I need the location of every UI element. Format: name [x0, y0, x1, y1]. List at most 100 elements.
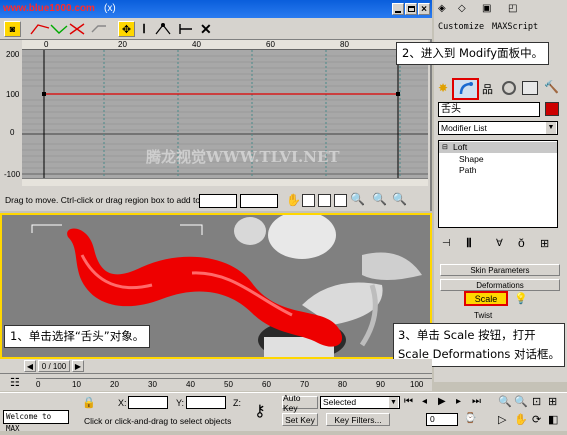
move-control-point-button[interactable]: ✥: [118, 21, 135, 37]
zoom-extents-icon[interactable]: [302, 194, 315, 207]
scale-control-point-icon[interactable]: Ⅰ: [138, 22, 150, 36]
track-tick-30: 30: [148, 380, 157, 389]
track-tick-0: 0: [36, 380, 41, 389]
toolbar-icon-4[interactable]: ◰: [508, 3, 517, 14]
delete-point-icon[interactable]: ✕: [200, 21, 214, 37]
watermark-url: www.blue1000.com: [3, 3, 95, 14]
open-minicurve-icon[interactable]: ☷: [10, 376, 20, 389]
insert-corner-point-icon[interactable]: [154, 22, 172, 36]
twist-label[interactable]: Twist: [474, 311, 492, 320]
zoom-horizontal-icon[interactable]: [318, 194, 331, 207]
curve-x-icon[interactable]: [30, 22, 50, 36]
track-tick-60: 60: [262, 380, 271, 389]
menu-customize[interactable]: Customize: [438, 22, 484, 32]
key-filters-button[interactable]: Key Filters...: [326, 413, 390, 426]
lock-selection-icon[interactable]: 🔒: [82, 396, 96, 409]
lock-aspect-button[interactable]: ◙: [4, 21, 21, 37]
maximize-button[interactable]: [405, 3, 417, 15]
prompt-text: Click or click-and-drag to select object…: [84, 416, 232, 426]
pan-icon[interactable]: ✋: [286, 193, 301, 207]
y-coordinate-field[interactable]: [186, 396, 226, 409]
next-frame-icon[interactable]: ▸: [456, 396, 461, 407]
go-to-end-icon[interactable]: ⏭: [472, 396, 481, 407]
viewport-navigation: 🔍 🔍 ⊡ ⊞ ▷ ✋ ⟳ ◧: [496, 395, 566, 431]
point-y-field[interactable]: [240, 194, 278, 208]
auto-key-button[interactable]: Auto Key: [282, 393, 318, 413]
close-button[interactable]: ×: [418, 3, 430, 15]
scale-deformation-window: www.blue1000.com (x) × ◙ ✥ Ⅰ ✕ 0 20 40 6…: [0, 0, 432, 211]
key-mode-dropdown[interactable]: Selected ▼: [320, 396, 400, 409]
current-frame-field[interactable]: 0: [426, 413, 458, 426]
field-of-view-icon[interactable]: ▷: [498, 413, 506, 426]
deformations-rollout[interactable]: Deformations: [440, 279, 560, 291]
scale-deform-button[interactable]: Scale: [464, 291, 508, 306]
curve-graph[interactable]: 腾龙视觉WWW.TLVI.NET: [22, 50, 428, 178]
object-name-field[interactable]: 舌头: [438, 102, 540, 117]
time-slider-right-button[interactable]: ▶: [72, 360, 84, 372]
x-label: X:: [118, 398, 127, 408]
create-tab-icon[interactable]: ✸: [438, 81, 448, 95]
zoom-region-icon[interactable]: 🔍: [372, 192, 387, 206]
object-color-swatch[interactable]: [545, 102, 559, 116]
time-slider-left-button[interactable]: ◀: [24, 360, 36, 372]
make-unique-icon[interactable]: ∀: [496, 238, 503, 249]
pin-stack-icon[interactable]: ⊣: [442, 238, 451, 249]
toolbar-icon-2[interactable]: ◇: [458, 3, 466, 14]
point-x-field[interactable]: [199, 194, 237, 208]
time-config-icon[interactable]: ⌚: [464, 413, 476, 424]
zoom-extents-all-icon[interactable]: ⊞: [548, 395, 557, 408]
remove-modifier-icon[interactable]: ŏ: [518, 236, 525, 250]
motion-tab-icon[interactable]: [502, 81, 516, 95]
stack-item-path[interactable]: Path: [439, 165, 557, 176]
window-titlebar[interactable]: www.blue1000.com (x) ×: [0, 0, 432, 18]
pan-view-icon[interactable]: ✋: [514, 413, 528, 426]
arc-rotate-icon[interactable]: ⟳: [532, 413, 541, 426]
set-key-button[interactable]: Set Key: [282, 413, 318, 426]
toolbar-icon-1[interactable]: ◈: [438, 3, 446, 14]
configure-sets-icon[interactable]: ⊞: [540, 237, 549, 250]
curve-xy-icon[interactable]: [68, 22, 86, 36]
ruler-tick-20: 20: [118, 40, 127, 49]
zoom-vertical-icon[interactable]: [334, 194, 347, 207]
maximize-viewport-icon[interactable]: ◧: [548, 413, 558, 426]
go-to-start-icon[interactable]: ⏮: [404, 396, 413, 407]
track-ruler: 0 10 20 30 40 50 60 70 80 90 100: [36, 378, 432, 390]
display-tab-icon[interactable]: [522, 81, 538, 95]
track-tick-70: 70: [300, 380, 309, 389]
zoom-all-icon[interactable]: 🔍: [392, 192, 407, 206]
window-title-suffix: (x): [104, 3, 116, 14]
y-label-minus-100: -100: [4, 170, 21, 179]
status-bar: Welcome to MAX 🔒 X: Y: Z: Click or click…: [0, 392, 567, 433]
set-key-icon[interactable]: ⚷: [254, 401, 266, 421]
reset-curve-icon[interactable]: [178, 22, 194, 36]
track-bar[interactable]: ☷ 0 10 20 30 40 50 60 70 80 90 100: [0, 373, 432, 391]
callout-step-3-line-1: 3、单击 Scale 按钮，打开: [398, 328, 536, 342]
scale-enable-icon[interactable]: 💡: [514, 292, 528, 305]
zoom-extents-icon[interactable]: ⊡: [532, 395, 541, 408]
previous-frame-icon[interactable]: ◂: [422, 396, 427, 407]
skin-parameters-rollout[interactable]: Skin Parameters: [440, 264, 560, 276]
curve-y-icon[interactable]: [50, 22, 68, 36]
horizontal-scrollbar[interactable]: [22, 178, 428, 186]
minimize-button[interactable]: [392, 3, 404, 15]
modifier-list-dropdown[interactable]: Modifier List ▼: [438, 121, 558, 135]
play-icon[interactable]: ▶: [438, 396, 446, 407]
time-slider[interactable]: 0 / 100: [38, 360, 70, 372]
close-icon: ×: [421, 3, 427, 15]
hierarchy-tab-icon[interactable]: 品: [482, 81, 493, 97]
time-slider-row: ◀ 0 / 100 ▶: [0, 359, 432, 373]
stack-item-loft[interactable]: ⊟ Loft: [439, 142, 557, 153]
swap-curves-icon[interactable]: [90, 22, 108, 36]
zoom-icon[interactable]: 🔍: [498, 395, 512, 408]
zoom-all-icon[interactable]: 🔍: [514, 395, 528, 408]
stack-item-shape[interactable]: Shape: [439, 154, 557, 165]
toolbar-icon-3[interactable]: ▣: [482, 3, 491, 14]
utilities-tab-icon[interactable]: 🔨: [544, 80, 559, 94]
zoom-icon[interactable]: 🔍: [350, 192, 365, 206]
track-tick-80: 80: [338, 380, 347, 389]
modify-tab[interactable]: [452, 78, 479, 100]
maxscript-listener[interactable]: Welcome to MAX: [3, 410, 69, 433]
x-coordinate-field[interactable]: [128, 396, 168, 409]
show-end-result-icon[interactable]: Ⅱ: [466, 236, 472, 250]
menu-maxscript[interactable]: MAXScript: [492, 22, 538, 32]
